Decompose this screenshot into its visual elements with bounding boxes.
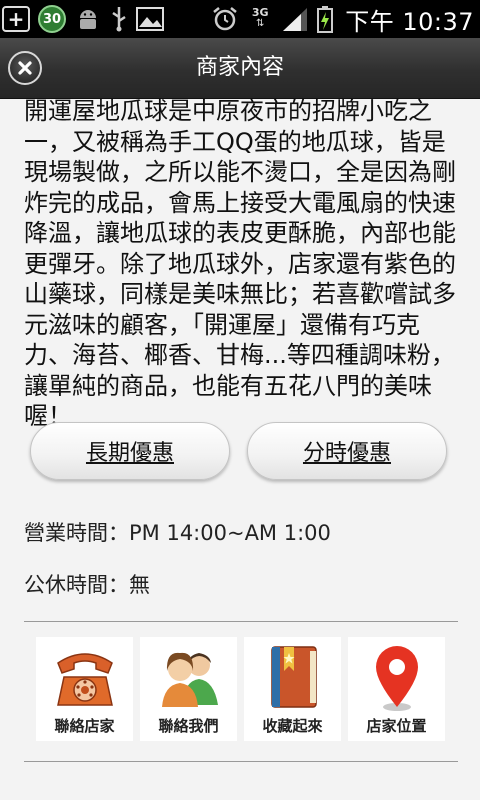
- action-label: 店家位置: [366, 717, 427, 735]
- page-title: 商家內容: [195, 55, 284, 80]
- action-label: 收藏起來: [262, 717, 323, 735]
- status-clock: 下午 10:37: [345, 7, 474, 36]
- store-description: 開運屋地瓜球是中原夜市的招牌小吃之一，又被稱為手工QQ蛋的地瓜球，皆是現場製做，…: [24, 97, 456, 430]
- store-location-button[interactable]: 店家位置: [348, 637, 445, 741]
- usb-icon: [112, 7, 126, 32]
- battery-charging-icon: [317, 6, 334, 33]
- signal-icon: [283, 8, 308, 31]
- long-term-offer-button[interactable]: 長期優惠: [30, 422, 230, 480]
- network-3g-icon: 3G ⇅: [251, 6, 269, 29]
- add-notification-icon: +: [2, 6, 30, 32]
- add-favorite-button[interactable]: 收藏起來: [244, 637, 341, 741]
- title-bar: 商家內容: [0, 38, 480, 99]
- status-bar: + 30 3G ⇅ 下午 10:37: [0, 0, 480, 38]
- android-icon: [80, 10, 96, 29]
- alarm-icon: [213, 7, 237, 31]
- action-label: 聯絡我們: [158, 717, 219, 735]
- action-label: 聯絡店家: [54, 717, 115, 735]
- divider: [24, 761, 458, 762]
- contact-store-button[interactable]: 聯絡店家: [36, 637, 133, 741]
- offer-buttons: 長期優惠 分時優惠: [30, 422, 448, 480]
- map-pin-icon: [376, 646, 418, 711]
- notification-badge: 30: [38, 5, 66, 33]
- divider: [24, 621, 458, 622]
- bookmark-book-icon: [271, 646, 317, 708]
- closed-days: 公休時間：無: [24, 573, 150, 597]
- action-bar: 聯絡店家 聯絡我們 收藏起來 店家位置: [36, 637, 446, 742]
- business-hours: 營業時間：PM 14:00~AM 1:00: [24, 521, 331, 545]
- timed-offer-button[interactable]: 分時優惠: [247, 422, 447, 480]
- image-icon: [136, 7, 164, 31]
- telephone-icon: [57, 653, 113, 706]
- people-icon: [162, 652, 218, 707]
- contact-us-button[interactable]: 聯絡我們: [140, 637, 237, 741]
